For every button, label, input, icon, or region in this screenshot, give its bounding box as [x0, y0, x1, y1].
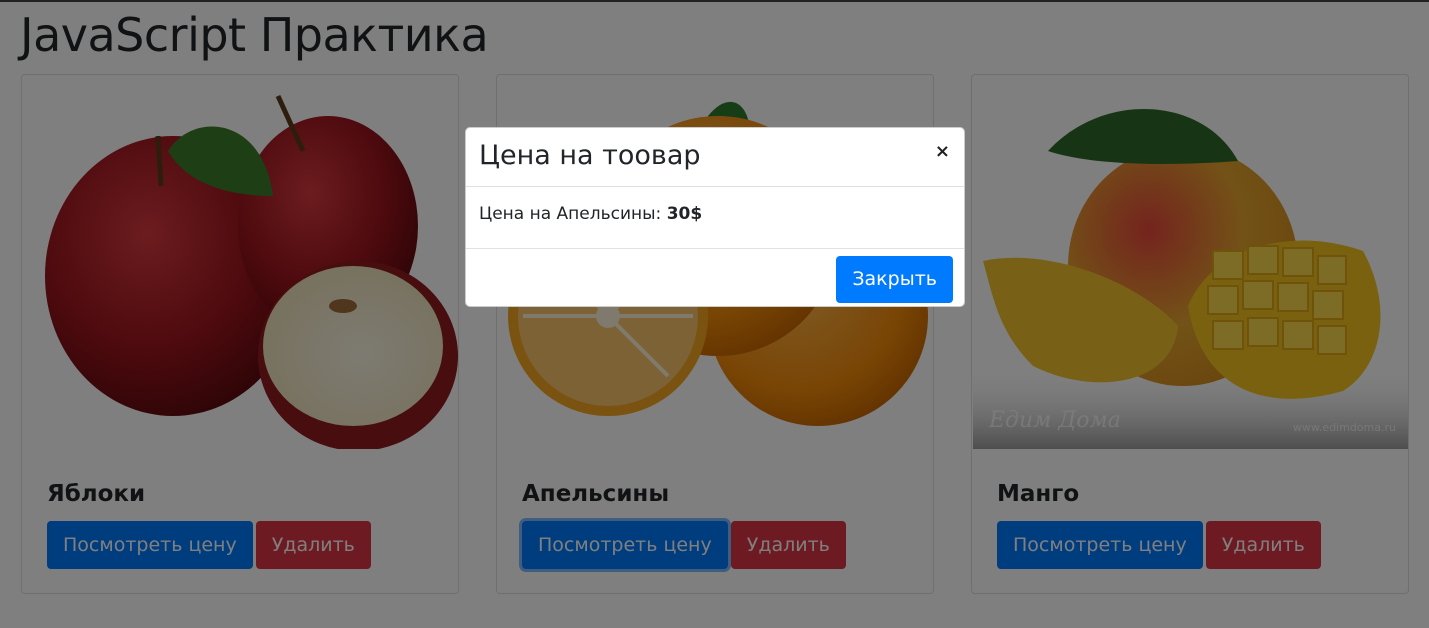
close-button[interactable]: Закрыть	[836, 256, 953, 303]
modal-footer: Закрыть	[466, 248, 964, 307]
price-modal: Цена на тоовар × Цена на Апельсины: 30$ …	[465, 127, 965, 307]
price-label: Цена на Апельсины:	[479, 204, 667, 224]
close-icon[interactable]: ×	[935, 141, 950, 162]
modal-body: Цена на Апельсины: 30$	[479, 204, 702, 224]
modal-header: Цена на тоовар ×	[466, 128, 964, 187]
modal-title: Цена на тоовар	[479, 140, 701, 171]
price-value: 30$	[666, 204, 703, 224]
modal-backdrop[interactable]	[0, 0, 1429, 628]
